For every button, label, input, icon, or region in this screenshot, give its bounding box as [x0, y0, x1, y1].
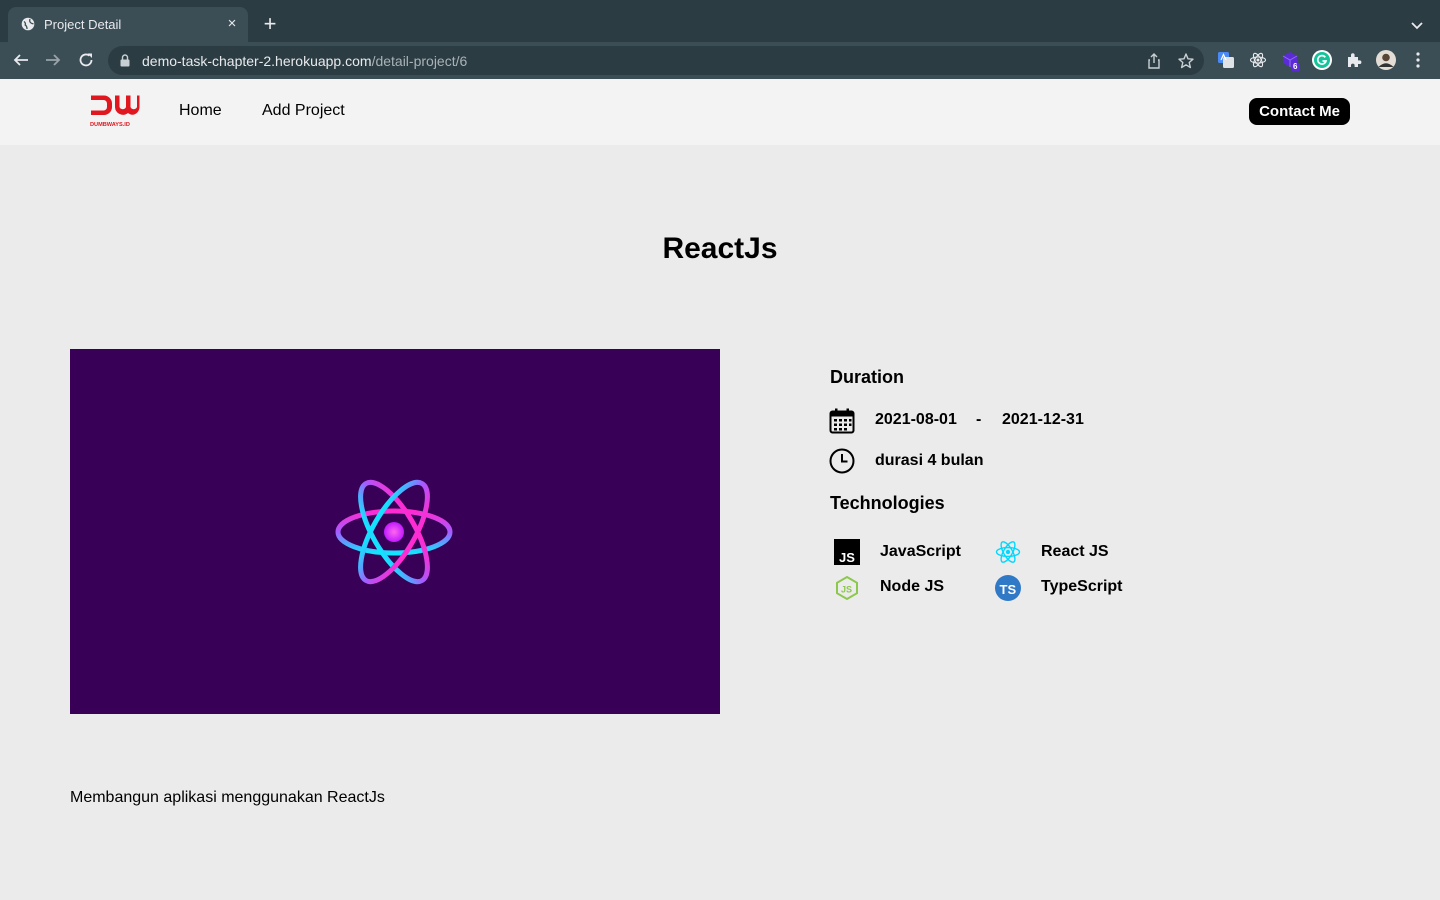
clock-icon — [829, 448, 855, 474]
translate-extension-button[interactable] — [1215, 49, 1237, 71]
duration-text: durasi 4 bulan — [875, 452, 984, 469]
url-text[interactable]: demo-task-chapter-2.herokuapp.com/detail… — [142, 53, 467, 69]
start-date: 2021-08-01 — [875, 411, 957, 428]
nav-add-project-link[interactable]: Add Project — [262, 102, 345, 120]
share-icon[interactable] — [1145, 52, 1163, 70]
browser-toolbar: demo-task-chapter-2.herokuapp.com/detail… — [0, 42, 1440, 79]
reload-button[interactable] — [74, 48, 98, 72]
site-navbar: DUMBWAYS.ID Home Add Project Contact Me — [0, 79, 1440, 145]
browser-tab-bar: Project Detail × + — [0, 0, 1440, 42]
extensions-button[interactable] — [1343, 49, 1365, 71]
technologies-heading: Technologies — [830, 493, 945, 513]
cube-extension-button[interactable]: 6 — [1279, 49, 1301, 71]
back-button[interactable] — [9, 48, 33, 72]
date-separator: - — [976, 411, 982, 428]
profile-button[interactable] — [1375, 49, 1397, 71]
new-tab-button[interactable]: + — [258, 13, 282, 37]
svg-text:JS: JS — [839, 550, 855, 565]
project-title: ReactJs — [662, 232, 778, 265]
javascript-icon: JS — [834, 539, 860, 565]
react-devtools-button[interactable] — [1247, 49, 1269, 71]
dumbways-logo[interactable]: DUMBWAYS.ID — [89, 94, 141, 130]
globe-icon — [21, 17, 35, 31]
react-icon — [995, 541, 1021, 563]
tech-label-react: React JS — [1041, 543, 1109, 560]
back-arrow-icon — [13, 54, 28, 66]
browser-tab[interactable]: Project Detail × — [8, 7, 248, 42]
search-tabs-icon[interactable] — [1406, 15, 1428, 35]
tab-close-icon[interactable]: × — [224, 16, 240, 32]
end-date: 2021-12-31 — [1002, 411, 1084, 428]
kebab-menu-icon — [1416, 52, 1420, 68]
duration-heading: Duration — [830, 367, 904, 387]
extension-cube-icon — [1282, 52, 1300, 71]
translate-extension-icon — [1218, 52, 1234, 68]
lock-icon[interactable] — [120, 54, 130, 67]
grammarly-button[interactable] — [1311, 49, 1333, 71]
react-devtools-icon — [1249, 52, 1267, 68]
puzzle-extensions-icon — [1348, 53, 1362, 67]
project-description: Membangun aplikasi menggunakan ReactJs — [70, 789, 385, 806]
svg-text:TS: TS — [1000, 582, 1017, 597]
logo-subtext: DUMBWAYS.ID — [90, 122, 130, 128]
address-bar[interactable]: demo-task-chapter-2.herokuapp.com/detail… — [108, 46, 1204, 75]
reload-icon — [79, 53, 93, 67]
url-path: /detail-project/6 — [371, 53, 468, 69]
svg-text:JS: JS — [841, 585, 852, 595]
tech-label-typescript: TypeScript — [1041, 578, 1123, 595]
calendar-icon — [829, 408, 855, 434]
react-logo-image — [335, 479, 453, 585]
browser-menu-button[interactable] — [1407, 49, 1429, 71]
tech-label-javascript: JavaScript — [880, 543, 961, 560]
tab-title: Project Detail — [44, 17, 122, 32]
forward-arrow-icon — [46, 54, 61, 66]
typescript-icon: TS — [995, 575, 1021, 601]
tech-label-nodejs: Node JS — [880, 578, 945, 595]
forward-button[interactable] — [41, 48, 65, 72]
url-host: demo-task-chapter-2.herokuapp.com — [142, 53, 372, 69]
bookmark-star-icon[interactable] — [1177, 52, 1195, 70]
nav-home-link[interactable]: Home — [179, 102, 222, 120]
nodejs-icon: JS — [836, 575, 858, 601]
grammarly-icon — [1312, 50, 1332, 70]
contact-me-button[interactable]: Contact Me — [1249, 98, 1350, 125]
profile-avatar-icon — [1376, 50, 1396, 70]
extension-badge: 6 — [1293, 62, 1298, 71]
